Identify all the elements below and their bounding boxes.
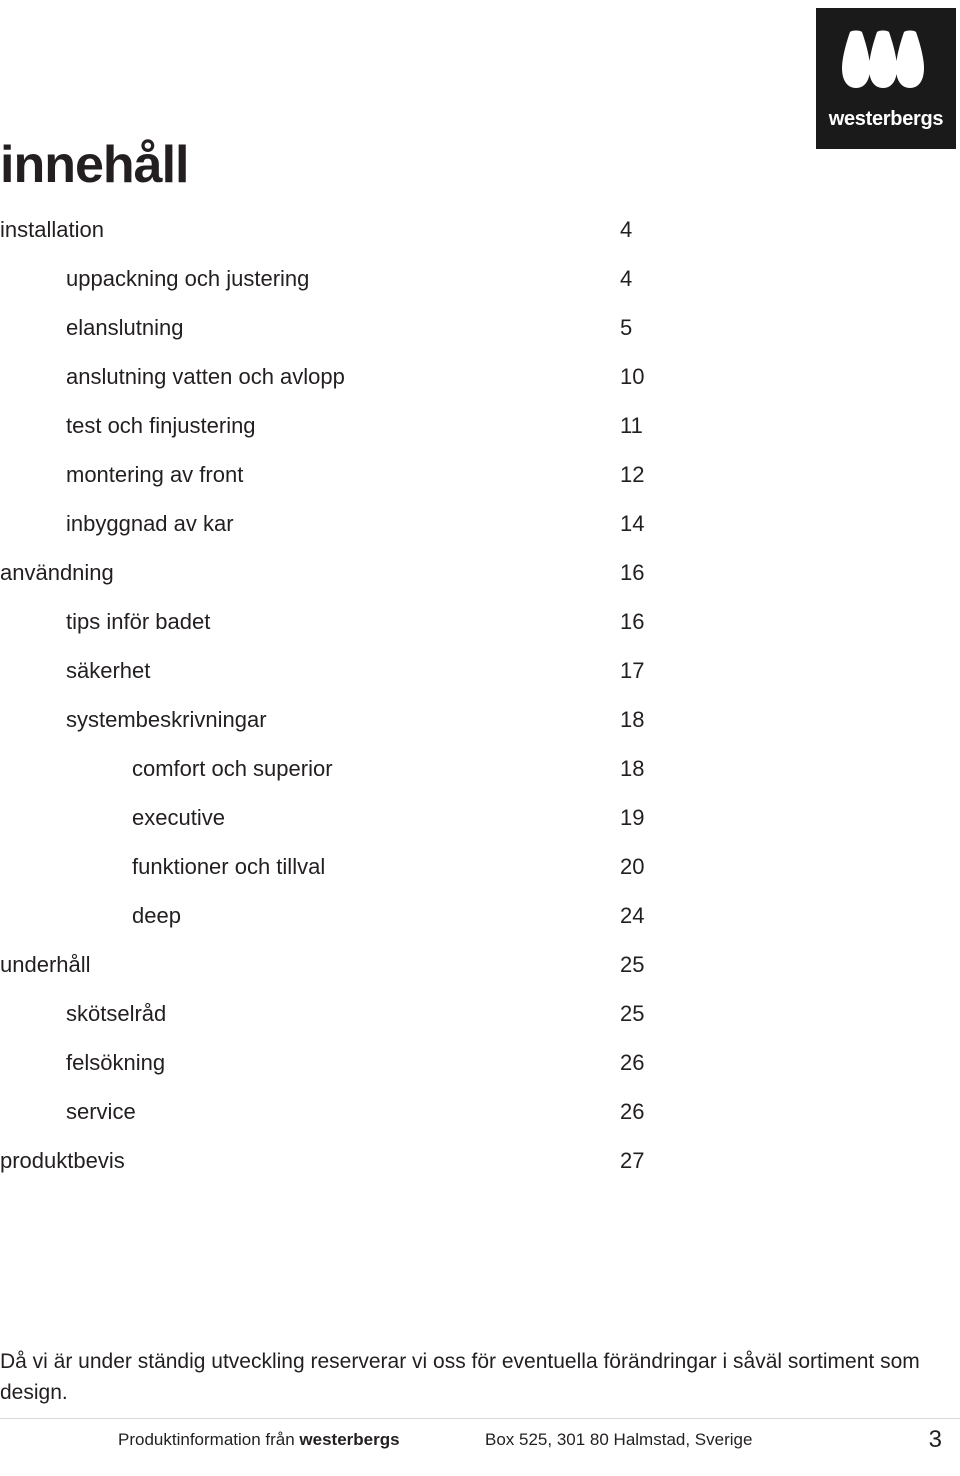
page-footer: Produktinformation från westerbergs Box …: [0, 1426, 960, 1470]
toc-entry[interactable]: elanslutning 5: [0, 303, 660, 352]
toc-entry-page: 16: [620, 560, 645, 585]
toc-entry[interactable]: test och finjustering 11: [0, 401, 660, 450]
toc-entry-label: uppackning och justering: [66, 266, 310, 291]
footer-divider: [0, 1418, 960, 1419]
footer-source: Produktinformation från westerbergs: [118, 1430, 400, 1450]
footer-page-number: 3: [928, 1426, 942, 1453]
toc-entry-page: 4: [620, 266, 633, 291]
toc-entry-page: 5: [620, 315, 633, 340]
toc-entry-label: comfort och superior: [132, 756, 333, 781]
toc-entry-page: 27: [620, 1148, 645, 1173]
toc-entry[interactable]: användning 16: [0, 548, 660, 597]
footer-source-prefix: Produktinformation från: [118, 1430, 300, 1449]
toc-entry-page: 20: [620, 854, 645, 879]
toc-entry-page: 26: [620, 1099, 645, 1124]
footer-source-brand: westerbergs: [299, 1430, 400, 1449]
toc-entry[interactable]: funktioner och tillval 20: [0, 842, 660, 891]
toc-entry-page: 24: [620, 903, 645, 928]
page-title: innehåll: [0, 135, 189, 194]
toc-entry-label: anslutning vatten och avlopp: [66, 364, 345, 389]
toc-entry[interactable]: montering av front 12: [0, 450, 660, 499]
toc-entry[interactable]: inbyggnad av kar 14: [0, 499, 660, 548]
toc-entry-page: 19: [620, 805, 645, 830]
toc-entry-page: 18: [620, 756, 645, 781]
toc-entry[interactable]: felsökning 26: [0, 1038, 660, 1087]
toc-entry-page: 14: [620, 511, 645, 536]
toc-entry-page: 18: [620, 707, 645, 732]
toc-entry-page: 25: [620, 1001, 645, 1026]
toc-entry-page: 10: [620, 364, 645, 389]
toc-entry[interactable]: uppackning och justering 4: [0, 254, 660, 303]
toc-entry-label: underhåll: [0, 952, 91, 977]
toc-entry-label: felsökning: [66, 1050, 166, 1075]
toc-entry[interactable]: säkerhet 17: [0, 646, 660, 695]
toc-entry-page: 11: [620, 413, 643, 438]
toc-entry[interactable]: produktbevis 27: [0, 1136, 660, 1185]
table-of-contents: installation 4 uppackning och justering …: [0, 205, 660, 1185]
toc-entry-label: deep: [132, 903, 181, 928]
toc-entry-label: produktbevis: [0, 1148, 125, 1173]
toc-entry[interactable]: underhåll 25: [0, 940, 660, 989]
toc-entry-label: installation: [0, 217, 104, 242]
toc-entry[interactable]: skötselråd 25: [0, 989, 660, 1038]
toc-entry-page: 12: [620, 462, 645, 487]
disclaimer-text: Då vi är under ständig utveckling reserv…: [0, 1350, 920, 1404]
toc-entry[interactable]: executive 19: [0, 793, 660, 842]
toc-entry-label: användning: [0, 560, 114, 585]
toc-entry[interactable]: installation 4: [0, 205, 660, 254]
toc-entry[interactable]: service 26: [0, 1087, 660, 1136]
toc-entry-label: montering av front: [66, 462, 244, 487]
logo-wordmark: westerbergs: [828, 108, 944, 130]
brand-logo: westerbergs: [816, 8, 956, 149]
toc-entry[interactable]: deep 24: [0, 891, 660, 940]
toc-entry-label: service: [66, 1099, 136, 1124]
toc-entry[interactable]: anslutning vatten och avlopp 10: [0, 352, 660, 401]
toc-entry-label: funktioner och tillval: [132, 854, 326, 879]
toc-entry[interactable]: systembeskrivningar 18: [0, 695, 660, 744]
toc-entry-label: executive: [132, 805, 225, 830]
toc-entry-page: 17: [620, 658, 645, 683]
westerbergs-drops-icon: [816, 30, 956, 92]
toc-entry-label: systembeskrivningar: [66, 707, 267, 732]
toc-entry-page: 4: [620, 217, 633, 242]
toc-entry-page: 25: [620, 952, 645, 977]
toc-entry-label: test och finjustering: [66, 413, 256, 438]
toc-entry-page: 16: [620, 609, 645, 634]
toc-entry-label: skötselråd: [66, 1001, 167, 1026]
toc-entry-page: 26: [620, 1050, 645, 1075]
toc-entry-label: säkerhet: [66, 658, 151, 683]
footer-address: Box 525, 301 80 Halmstad, Sverige: [485, 1430, 753, 1449]
toc-entry[interactable]: comfort och superior 18: [0, 744, 660, 793]
toc-entry-label: tips inför badet: [66, 609, 211, 634]
toc-entry-label: inbyggnad av kar: [66, 511, 234, 536]
toc-entry[interactable]: tips inför badet 16: [0, 597, 660, 646]
toc-entry-label: elanslutning: [66, 315, 184, 340]
